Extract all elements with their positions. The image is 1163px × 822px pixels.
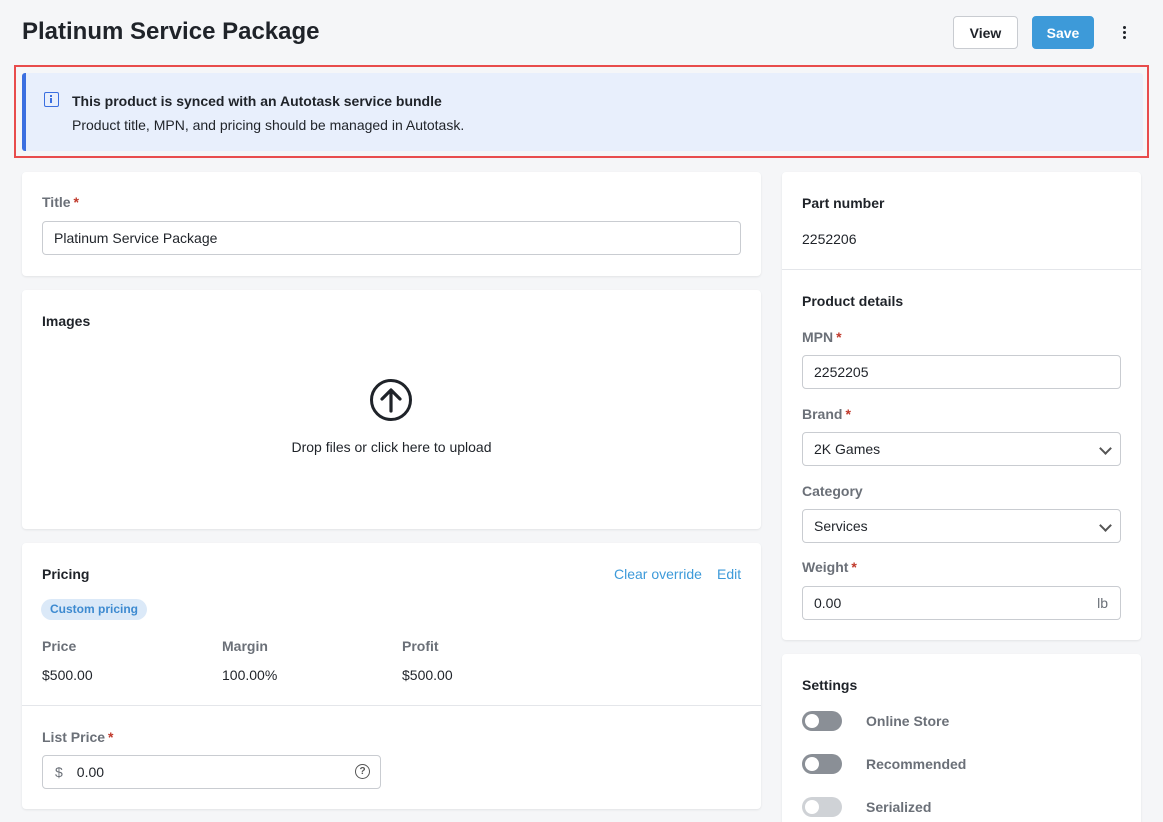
list-price-input[interactable]: $ 0.00 ?	[42, 755, 381, 789]
part-details-card: Part number 2252206 Product details MPN *…	[782, 172, 1141, 640]
part-number-heading: Part number	[802, 195, 885, 211]
margin-value: 100.00%	[222, 667, 278, 683]
list-price-label: List Price *	[42, 729, 114, 745]
upload-dropzone-text[interactable]: Drop files or click here to upload	[22, 439, 761, 455]
brand-value: 2K Games	[814, 441, 881, 457]
list-price-value: 0.00	[76, 764, 105, 780]
margin-label: Margin	[222, 638, 268, 654]
images-card: Images Drop files or click here to uploa…	[22, 290, 761, 529]
chevron-down-icon	[1099, 519, 1112, 532]
more-options-icon[interactable]	[1114, 22, 1134, 42]
title-input-value: Platinum Service Package	[54, 230, 218, 246]
sync-info-banner: This product is synced with an Autotask …	[22, 73, 1143, 151]
category-value: Services	[814, 518, 868, 534]
edit-pricing-link[interactable]: Edit	[717, 566, 741, 582]
online-store-toggle[interactable]	[802, 711, 842, 731]
title-input[interactable]: Platinum Service Package	[42, 221, 741, 255]
save-button[interactable]: Save	[1032, 16, 1094, 49]
banner-title: This product is synced with an Autotask …	[72, 93, 442, 109]
settings-heading: Settings	[802, 677, 858, 693]
pricing-heading: Pricing	[42, 566, 90, 582]
clear-override-link[interactable]: Clear override	[614, 566, 702, 582]
upload-arrow-icon[interactable]	[370, 379, 412, 421]
part-number-value: 2252206	[802, 231, 857, 247]
category-select[interactable]: Services	[802, 509, 1121, 543]
part-details-divider	[782, 269, 1141, 270]
settings-card: Settings Online Store Recommended Serial…	[782, 654, 1141, 822]
brand-label: Brand *	[802, 406, 851, 422]
profit-value: $500.00	[402, 667, 453, 683]
mpn-value: 2252205	[814, 364, 869, 380]
brand-select[interactable]: 2K Games	[802, 432, 1121, 466]
weight-unit: lb	[1097, 595, 1108, 611]
recommended-toggle[interactable]	[802, 754, 842, 774]
profit-label: Profit	[402, 638, 439, 654]
serialized-toggle[interactable]	[802, 797, 842, 817]
price-value: $500.00	[42, 667, 93, 683]
weight-label: Weight *	[802, 559, 857, 575]
category-label: Category	[802, 483, 863, 499]
online-store-label: Online Store	[866, 713, 950, 729]
weight-input[interactable]: 0.00 lb	[802, 586, 1121, 620]
pricing-divider	[22, 705, 761, 706]
pricing-card: Pricing Clear override Edit Custom prici…	[22, 543, 761, 809]
title-card: Title * Platinum Service Package	[22, 172, 761, 276]
title-field-label: Title *	[42, 194, 79, 210]
info-icon	[44, 92, 59, 107]
banner-text: Product title, MPN, and pricing should b…	[72, 117, 465, 133]
page-title: Platinum Service Package	[22, 18, 320, 45]
serialized-label: Serialized	[866, 799, 932, 815]
mpn-label: MPN *	[802, 329, 842, 345]
mpn-input[interactable]: 2252205	[802, 355, 1121, 389]
weight-value: 0.00	[814, 595, 842, 611]
chevron-down-icon	[1099, 442, 1112, 455]
recommended-label: Recommended	[866, 756, 967, 772]
images-heading: Images	[42, 313, 91, 329]
custom-pricing-badge: Custom pricing	[41, 599, 148, 620]
help-icon[interactable]: ?	[355, 764, 370, 779]
view-button[interactable]: View	[953, 16, 1018, 49]
price-label: Price	[42, 638, 77, 654]
currency-symbol: $	[55, 764, 63, 780]
product-details-heading: Product details	[802, 293, 904, 309]
